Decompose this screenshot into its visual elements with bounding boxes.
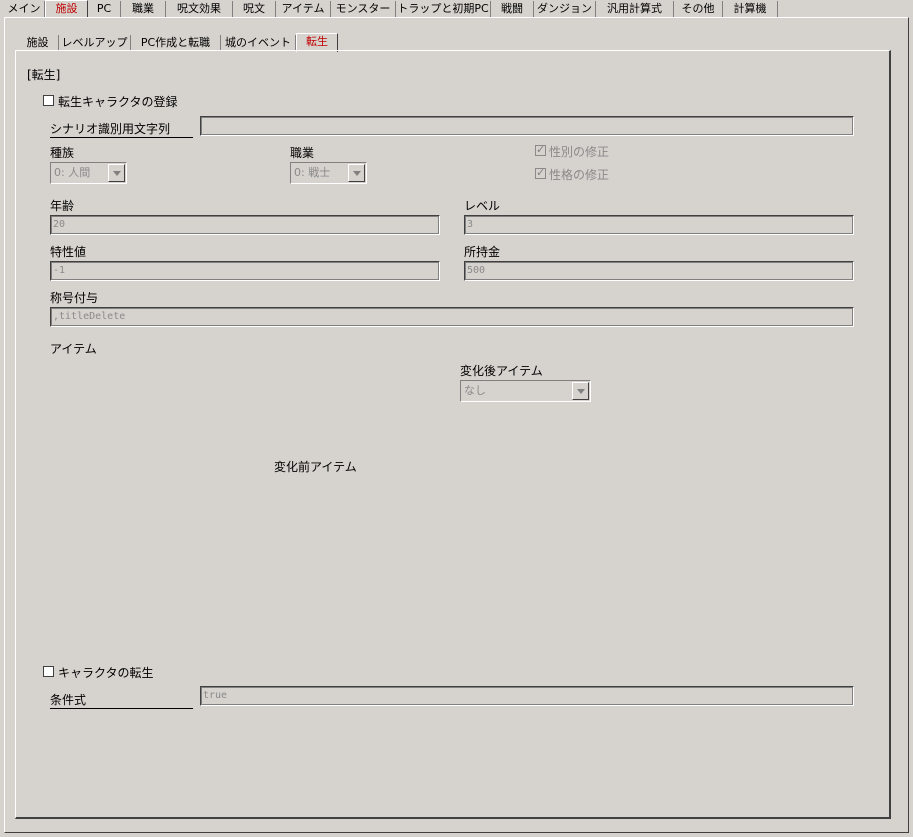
item-label: アイテム: [50, 342, 97, 356]
title-grant-label: 称号付与: [50, 291, 99, 305]
checkmark-icon: ✓: [536, 143, 546, 156]
tab-job[interactable]: 職業: [121, 1, 166, 17]
tab-monster[interactable]: モンスター: [331, 1, 396, 17]
job-label: 職業: [290, 146, 315, 160]
tab-battle[interactable]: 戦闘: [491, 1, 534, 17]
title-grant-input[interactable]: ,titleDelete: [50, 307, 854, 327]
after-item-label: 変化後アイテム: [460, 364, 543, 378]
fix-gender-label: 性別の修正: [549, 145, 610, 159]
chevron-down-icon[interactable]: [108, 164, 125, 182]
fix-gender-checkbox[interactable]: ✓: [535, 143, 546, 156]
tab-general-formula[interactable]: 汎用計算式: [596, 1, 674, 17]
tab-spell-effect[interactable]: 呪文効果: [166, 1, 233, 17]
subtab-castle-event[interactable]: 城のイベント: [221, 35, 296, 51]
scenario-id-label: シナリオ識別用文字列: [50, 120, 193, 138]
main-tab-strip: メイン 施設 PC 職業 呪文効果 呪文 アイテム モンスター トラップと初期P…: [0, 0, 913, 18]
tab-pc[interactable]: PC: [88, 1, 121, 17]
before-item-label: 変化前アイテム: [274, 460, 357, 474]
scenario-id-input[interactable]: [200, 116, 854, 136]
race-label: 種族: [50, 146, 75, 160]
register-reincarnation-label: 転生キャラクタの登録: [58, 95, 178, 109]
after-item-select[interactable]: なし: [460, 380, 591, 402]
subtab-pc-creation[interactable]: PC作成と転職: [131, 35, 221, 51]
age-input[interactable]: 20: [50, 215, 440, 235]
after-item-select-value: なし: [464, 384, 486, 397]
tab-trap-initial-pc[interactable]: トラップと初期PC: [396, 1, 491, 17]
tab-main[interactable]: メイン: [4, 1, 45, 17]
age-label: 年齢: [50, 199, 75, 213]
tab-dungeon[interactable]: ダンジョン: [534, 1, 596, 17]
tab-spell[interactable]: 呪文: [233, 1, 276, 17]
level-label: レベル: [464, 199, 501, 213]
level-input[interactable]: 3: [464, 215, 854, 235]
fix-personality-label: 性格の修正: [549, 168, 610, 182]
tab-calculator[interactable]: 計算機: [723, 1, 778, 17]
job-select[interactable]: 0: 戦士: [290, 162, 367, 184]
gold-label: 所持金: [464, 245, 501, 259]
chevron-down-icon[interactable]: [572, 382, 589, 400]
register-reincarnation-checkbox[interactable]: [43, 95, 54, 106]
section-title: [転生]: [27, 68, 61, 82]
race-select-value: 0: 人間: [54, 166, 91, 179]
trait-input[interactable]: -1: [50, 261, 440, 281]
subtab-level-up[interactable]: レベルアップ: [59, 35, 131, 51]
character-reincarnation-checkbox[interactable]: [43, 666, 54, 677]
condition-label: 条件式: [50, 691, 193, 709]
race-select[interactable]: 0: 人間: [50, 162, 127, 184]
character-reincarnation-label: キャラクタの転生: [58, 666, 154, 680]
tab-item[interactable]: アイテム: [276, 1, 331, 17]
trait-label: 特性値: [50, 245, 87, 259]
chevron-down-icon[interactable]: [348, 164, 365, 182]
gold-input[interactable]: 500: [464, 261, 854, 281]
condition-input[interactable]: true: [200, 686, 854, 706]
fix-personality-checkbox[interactable]: ✓: [535, 166, 546, 179]
job-select-value: 0: 戦士: [294, 166, 331, 179]
subtab-facility[interactable]: 施設: [17, 35, 59, 51]
tab-facility[interactable]: 施設: [45, 0, 88, 18]
checkmark-icon: ✓: [536, 166, 546, 179]
tab-other[interactable]: その他: [674, 1, 723, 17]
